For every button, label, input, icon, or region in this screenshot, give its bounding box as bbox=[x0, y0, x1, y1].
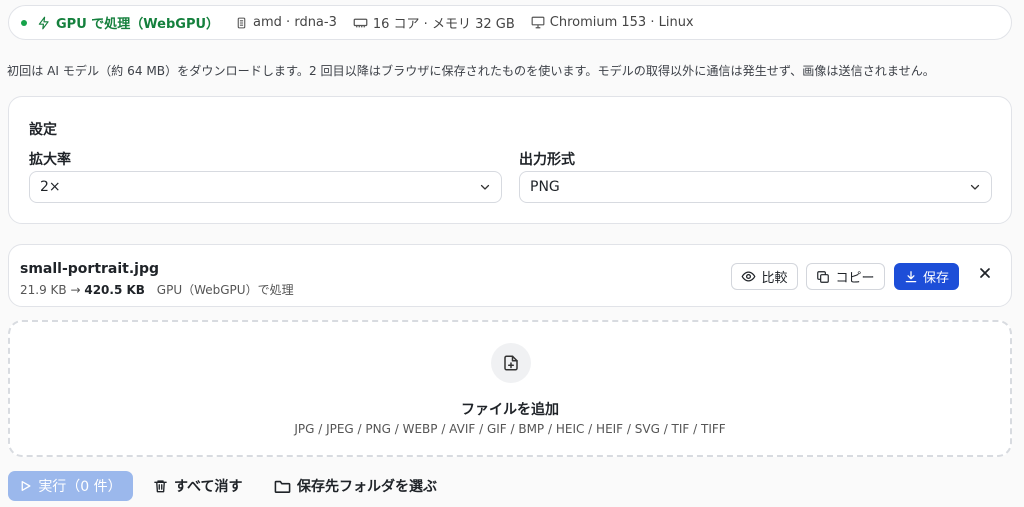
environment-status-bar: GPU で処理（WebGPU） amd · rdna-3 16 コア · メモリ… bbox=[8, 5, 1012, 40]
gpu-mode-label: GPU で処理（WebGPU） bbox=[56, 17, 220, 32]
format-select[interactable]: PNG bbox=[519, 171, 992, 203]
copy-label: コピー bbox=[835, 271, 875, 286]
format-select-value: PNG bbox=[530, 179, 560, 195]
close-icon[interactable] bbox=[977, 265, 993, 281]
play-icon bbox=[21, 481, 31, 491]
folder-icon bbox=[274, 480, 291, 493]
gpu-info-label: amd · rdna-3 bbox=[253, 15, 337, 30]
lightning-icon bbox=[38, 16, 49, 29]
file-plus-icon bbox=[504, 355, 518, 371]
hardware-info-label: 16 コア · メモリ 32 GB bbox=[372, 17, 515, 32]
size-arrow: → bbox=[70, 283, 81, 297]
run-label: 実行（0 件） bbox=[38, 479, 122, 495]
browser-info-label: Chromium 153 · Linux bbox=[549, 15, 694, 30]
chip-icon bbox=[237, 17, 246, 28]
settings-title: 設定 bbox=[29, 122, 57, 138]
run-button[interactable]: 実行（0 件） bbox=[8, 471, 133, 501]
save-button[interactable]: 保存 bbox=[894, 263, 959, 290]
output-size: 420.5 KB bbox=[84, 283, 145, 297]
scale-select-value: 2× bbox=[40, 179, 61, 195]
status-dot bbox=[21, 19, 27, 26]
input-size: 21.9 KB bbox=[20, 283, 67, 297]
add-file-icon-wrap bbox=[491, 343, 531, 383]
processing-mode: GPU（WebGPU）で処理 bbox=[156, 283, 294, 297]
file-item: small-portrait.jpg 21.9 KB → 420.5 KB GP… bbox=[8, 244, 1012, 307]
format-label: 出力形式 bbox=[519, 152, 575, 168]
download-icon bbox=[905, 270, 917, 282]
choose-folder-button[interactable]: 保存先フォルダを選ぶ bbox=[274, 471, 437, 501]
accepted-types: JPG / JPEG / PNG / WEBP / AVIF / GIF / B… bbox=[294, 422, 726, 436]
gpu-mode-status: GPU で処理（WebGPU） bbox=[21, 13, 219, 32]
eye-icon bbox=[742, 271, 756, 282]
monitor-icon bbox=[531, 16, 545, 29]
hardware-info: 16 コア · メモリ 32 GB bbox=[353, 13, 515, 32]
chevron-down-icon bbox=[480, 184, 490, 190]
chevron-down-icon bbox=[970, 184, 980, 190]
compare-label: 比較 bbox=[761, 271, 788, 286]
save-label: 保存 bbox=[922, 271, 949, 286]
file-dropzone[interactable]: ファイルを追加 JPG / JPEG / PNG / WEBP / AVIF /… bbox=[8, 320, 1012, 457]
copy-button[interactable]: コピー bbox=[806, 263, 885, 290]
scale-label: 拡大率 bbox=[29, 152, 71, 168]
scale-select[interactable]: 2× bbox=[29, 171, 502, 203]
file-name: small-portrait.jpg bbox=[20, 261, 160, 277]
clear-all-button[interactable]: すべて消す bbox=[153, 471, 242, 501]
choose-folder-label: 保存先フォルダを選ぶ bbox=[297, 479, 437, 495]
compare-button[interactable]: 比較 bbox=[731, 263, 798, 290]
settings-panel: 設定 拡大率 2× 出力形式 PNG bbox=[8, 96, 1012, 224]
privacy-notice: 初回は AI モデル（約 64 MB）をダウンロードします。2 回目以降はブラウ… bbox=[7, 64, 935, 78]
gpu-info: amd · rdna-3 bbox=[235, 15, 337, 30]
memory-icon bbox=[353, 18, 368, 27]
clear-all-label: すべて消す bbox=[174, 479, 243, 495]
browser-info: Chromium 153 · Linux bbox=[531, 15, 694, 30]
trash-icon bbox=[154, 480, 167, 493]
dropzone-title: ファイルを追加 bbox=[461, 402, 559, 418]
copy-icon bbox=[817, 270, 830, 283]
file-meta: 21.9 KB → 420.5 KB GPU（WebGPU）で処理 bbox=[20, 281, 294, 298]
